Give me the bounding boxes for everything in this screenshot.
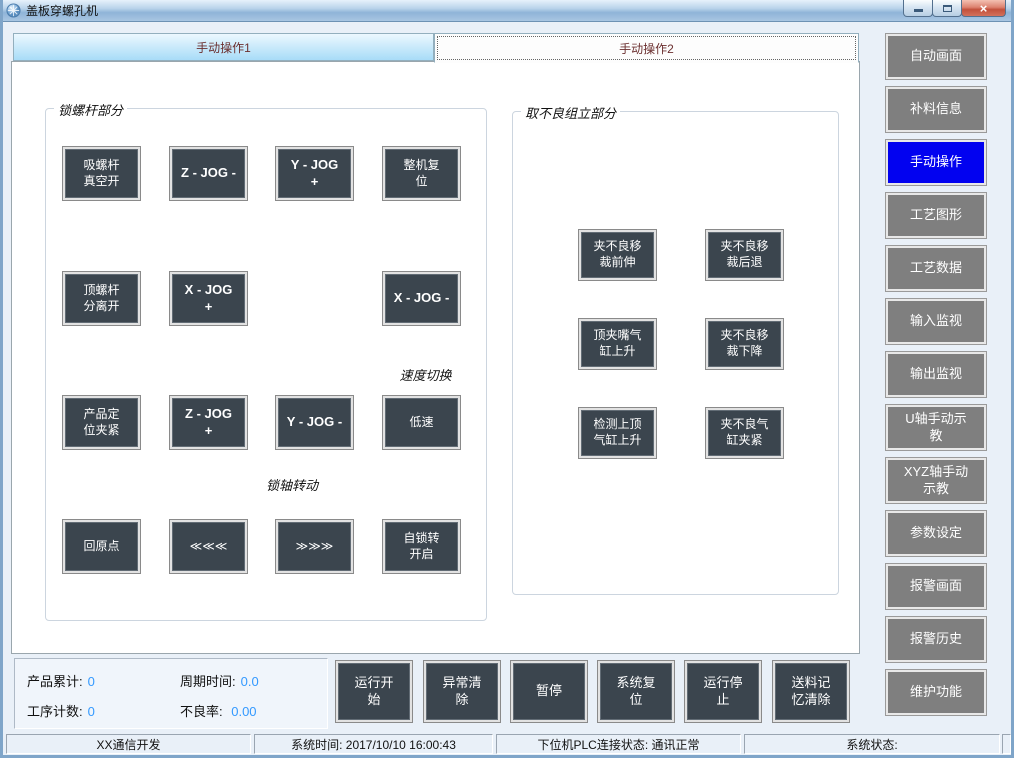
top-clamp-nozzle-cylinder-up-button[interactable]: 顶夹嘴气 缸上升 xyxy=(579,319,656,369)
return-origin-button[interactable]: 回原点 xyxy=(63,520,140,573)
sidebar-item-manual-operation[interactable]: 手动操作 xyxy=(886,140,986,185)
sidebar-item-u-axis-teach[interactable]: U轴手动示 教 xyxy=(886,405,986,450)
z-jog-plus-button[interactable]: Z - JOG + xyxy=(170,396,247,449)
sidebar-item-parameter-setting[interactable]: 参数设定 xyxy=(886,511,986,556)
pause-button[interactable]: 暂停 xyxy=(511,661,587,722)
reject-pick-group-title: 取不良组立部分 xyxy=(521,103,620,122)
sidebar-item-auto-screen[interactable]: 自动画面 xyxy=(886,34,986,79)
statusbar-system-status: 系统状态: xyxy=(744,734,1000,754)
cycle-time-stat-label: 周期时间: xyxy=(180,674,236,689)
sidebar-item-process-graphic[interactable]: 工艺图形 xyxy=(886,193,986,238)
lock-axis-rotate-label: 锁轴转动 xyxy=(212,475,372,494)
minimize-button[interactable] xyxy=(903,0,933,17)
reject-transfer-down-button[interactable]: 夹不良移 裁下降 xyxy=(706,319,783,369)
run-start-button[interactable]: 运行开 始 xyxy=(336,661,412,722)
maximize-icon xyxy=(943,5,952,12)
sidebar-item-xyz-axis-teach[interactable]: XYZ轴手动 示教 xyxy=(886,458,986,503)
detect-top-cylinder-up-button[interactable]: 检测上顶 气缸上升 xyxy=(579,408,656,458)
statusbar-dev-info: XX通信开发 xyxy=(6,734,251,754)
machine-reset-button[interactable]: 整机复 位 xyxy=(383,147,460,200)
close-icon: × xyxy=(980,1,988,16)
statusbar-system-time: 系统时间: 2017/10/10 16:00:43 xyxy=(254,734,493,754)
reject-cylinder-clamp-button[interactable]: 夹不良气 缸夹紧 xyxy=(706,408,783,458)
product-total-stat: 产品累计: 0 xyxy=(27,671,95,690)
system-reset-button[interactable]: 系统复 位 xyxy=(598,661,674,722)
cycle-time-stat-value: 0.0 xyxy=(241,674,259,689)
x-jog-minus-button[interactable]: X - JOG - xyxy=(383,272,460,325)
reject-transfer-forward-button[interactable]: 夹不良移 裁前伸 xyxy=(579,230,656,280)
sidebar-item-maintenance[interactable]: 维护功能 xyxy=(886,670,986,715)
minimize-icon xyxy=(914,9,923,12)
rotate-right-button[interactable]: ≫≫≫ xyxy=(276,520,353,573)
lock-screw-group-title: 锁螺杆部分 xyxy=(54,100,127,119)
sidebar-item-output-monitor[interactable]: 输出监视 xyxy=(886,352,986,397)
app-icon xyxy=(6,3,21,18)
app-window: 盖板穿螺孔机 × 锁螺杆部分 速度切换 锁轴转动 吸螺杆 真空开 Z - JOG … xyxy=(0,0,1014,758)
product-total-stat-value: 0 xyxy=(88,674,95,689)
suction-rod-vacuum-open-button[interactable]: 吸螺杆 真空开 xyxy=(63,147,140,200)
lock-screw-groupbox: 锁螺杆部分 速度切换 锁轴转动 吸螺杆 真空开Z - JOG -Y - JOG … xyxy=(45,108,487,621)
production-stats-panel: 产品累计: 0 周期时间: 0.0 工序计数: 0 不良率: 0.00 xyxy=(14,658,328,729)
feed-memory-clear-button[interactable]: 送料记 忆清除 xyxy=(773,661,849,722)
reject-pick-groupbox: 取不良组立部分 夹不良移 裁前伸夹不良移 裁后退顶夹嘴气 缸上升夹不良移 裁下降… xyxy=(512,111,839,595)
sidebar-item-alarm-history[interactable]: 报警历史 xyxy=(886,617,986,662)
status-bar: XX通信开发系统时间: 2017/10/10 16:00:43下位机PLC连接状… xyxy=(3,734,1011,755)
z-jog-minus-button[interactable]: Z - JOG - xyxy=(170,147,247,200)
window-controls: × xyxy=(904,0,1006,17)
process-count-stat: 工序计数: 0 xyxy=(27,701,95,720)
sidebar-item-process-data[interactable]: 工艺数据 xyxy=(886,246,986,291)
y-jog-plus-button[interactable]: Y - JOG + xyxy=(276,147,353,200)
reject-transfer-backward-button[interactable]: 夹不良移 裁后退 xyxy=(706,230,783,280)
error-clear-button[interactable]: 异常清 除 xyxy=(424,661,500,722)
y-jog-minus-button[interactable]: Y - JOG - xyxy=(276,396,353,449)
process-count-stat-label: 工序计数: xyxy=(27,704,83,719)
title-bar: 盖板穿螺孔机 × xyxy=(0,0,1014,22)
window-title: 盖板穿螺孔机 xyxy=(26,2,98,19)
tab-control: 锁螺杆部分 速度切换 锁轴转动 吸螺杆 真空开 Z - JOG - Y - JOG … xyxy=(11,33,860,654)
product-total-stat-label: 产品累计: xyxy=(27,674,83,689)
close-button[interactable]: × xyxy=(961,0,1006,17)
defect-rate-stat: 不良率: 0.00 xyxy=(180,701,257,720)
statusbar-endcap xyxy=(1002,734,1011,754)
maximize-button[interactable] xyxy=(932,0,962,17)
self-lock-rotate-on-button[interactable]: 自锁转 开启 xyxy=(383,520,460,573)
rotate-left-button[interactable]: ≪≪≪ xyxy=(170,520,247,573)
x-jog-plus-button[interactable]: X - JOG + xyxy=(170,272,247,325)
statusbar-plc-status: 下位机PLC连接状态: 通讯正常 xyxy=(496,734,741,754)
speed-switch-label: 速度切换 xyxy=(387,365,464,384)
sidebar-item-refill-info[interactable]: 补料信息 xyxy=(886,87,986,132)
cycle-time-stat: 周期时间: 0.0 xyxy=(180,671,259,690)
defect-rate-stat-label: 不良率: xyxy=(180,704,226,719)
low-speed-button[interactable]: 低速 xyxy=(383,396,460,449)
run-stop-button[interactable]: 运行停 止 xyxy=(685,661,761,722)
tab-manual-operation-2[interactable]: 手动操作2 xyxy=(434,33,859,63)
tab-manual-operation-1[interactable]: 手动操作1 xyxy=(13,33,434,61)
sidebar-item-input-monitor[interactable]: 输入监视 xyxy=(886,299,986,344)
product-position-clamp-button[interactable]: 产品定 位夹紧 xyxy=(63,396,140,449)
top-rod-separate-open-button[interactable]: 顶螺杆 分离开 xyxy=(63,272,140,325)
sidebar-item-alarm-screen[interactable]: 报警画面 xyxy=(886,564,986,609)
process-count-stat-value: 0 xyxy=(88,704,95,719)
defect-rate-stat-value: 0.00 xyxy=(231,704,256,719)
manual-operation-2-page: 锁螺杆部分 速度切换 锁轴转动 吸螺杆 真空开 Z - JOG - Y - JOG … xyxy=(11,61,860,654)
